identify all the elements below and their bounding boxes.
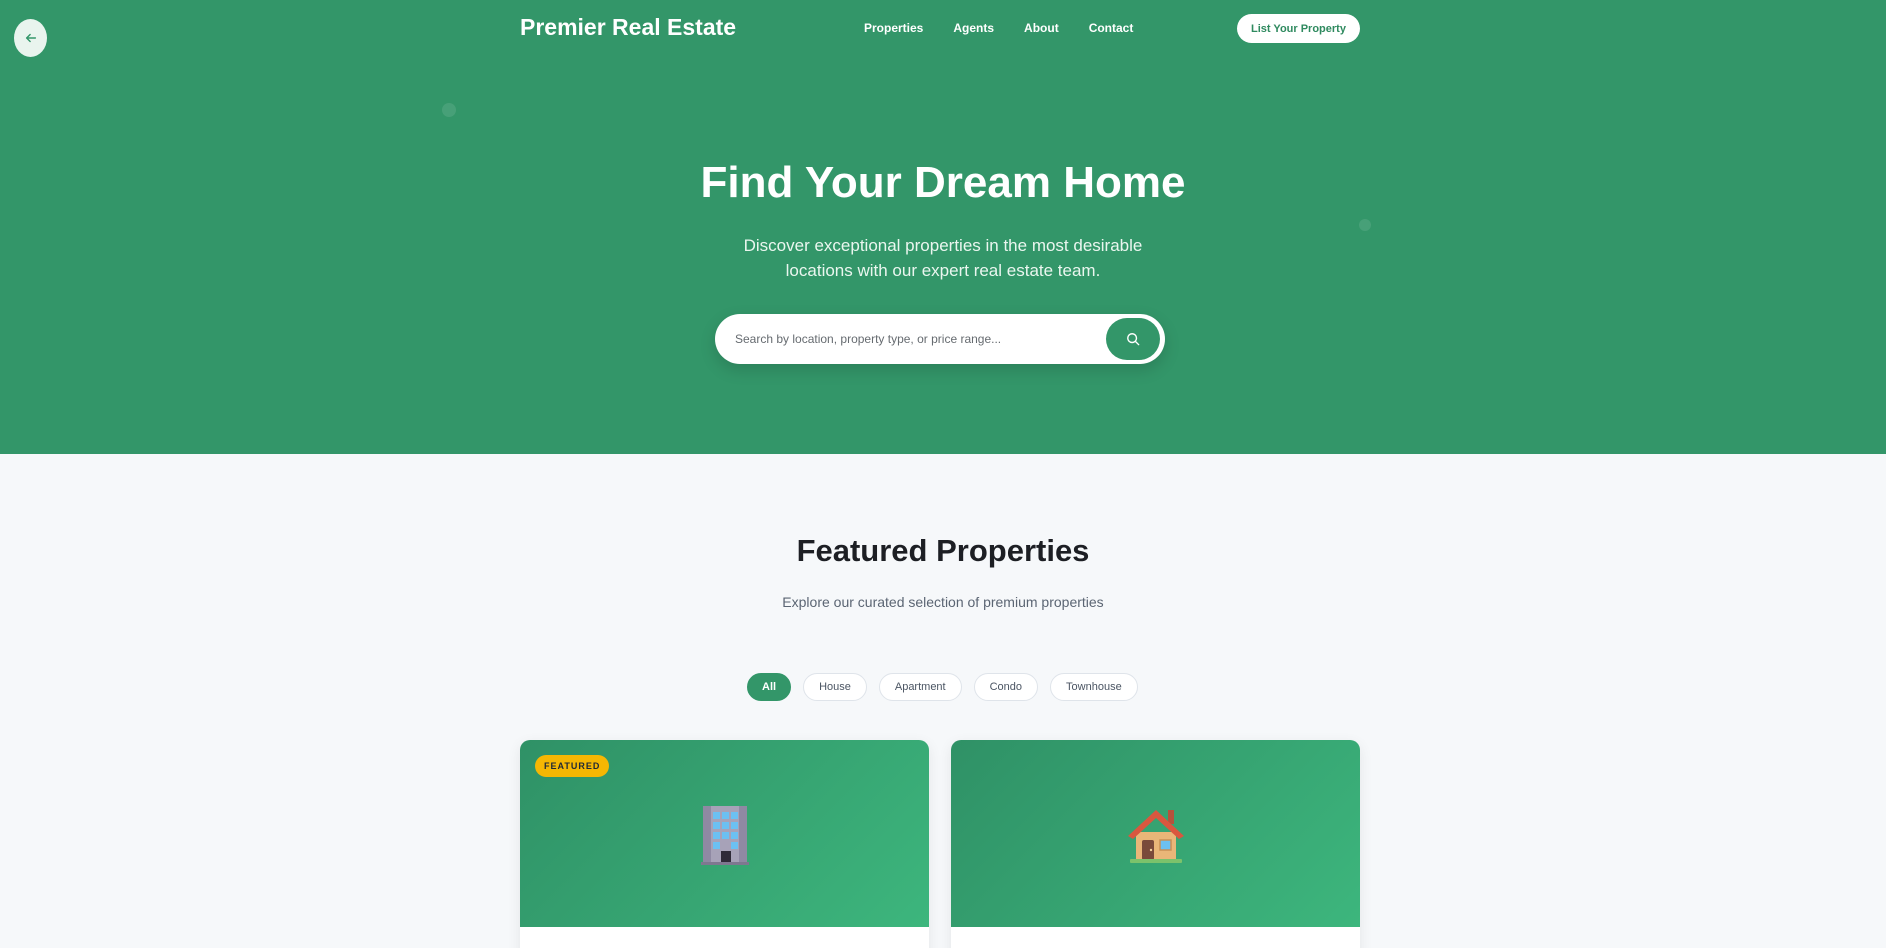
featured-section-title: Featured Properties (796, 533, 1090, 568)
filter-chip-all[interactable]: All (747, 673, 792, 701)
filter-chip-apartment[interactable]: Apartment (878, 673, 962, 701)
property-card-image (951, 740, 1360, 927)
nav-link-properties[interactable]: Properties (864, 21, 923, 35)
search-input[interactable] (735, 314, 1095, 364)
filter-chip-condo[interactable]: Condo (973, 673, 1039, 701)
property-card[interactable] (951, 740, 1360, 948)
property-type-filters: All House Apartment Condo Townhouse (747, 673, 1138, 701)
property-card[interactable]: FEATURED (520, 740, 929, 948)
main-nav: Properties Agents About Contact (864, 21, 1133, 35)
search-bar (715, 314, 1165, 364)
featured-section-subtitle: Explore our curated selection of premium… (782, 594, 1104, 610)
nav-link-contact[interactable]: Contact (1089, 21, 1134, 35)
office-building-icon (700, 805, 749, 865)
hero-title: Find Your Dream Home (700, 158, 1186, 207)
arrow-left-icon (25, 33, 36, 43)
house-icon (1127, 809, 1184, 863)
back-button[interactable] (14, 19, 47, 57)
filter-chip-house[interactable]: House (803, 673, 867, 701)
nav-link-agents[interactable]: Agents (953, 21, 994, 35)
search-button[interactable] (1106, 318, 1160, 360)
featured-badge: FEATURED (535, 755, 610, 777)
property-card-image: FEATURED (520, 740, 929, 927)
decorative-dot (1359, 219, 1371, 231)
decorative-dot (442, 103, 456, 117)
hero-subtitle: Discover exceptional properties in the m… (743, 236, 1143, 280)
brand-logo-text[interactable]: Premier Real Estate (520, 14, 736, 41)
nav-link-about[interactable]: About (1024, 21, 1059, 35)
hero-section: Premier Real Estate Properties Agents Ab… (0, 0, 1886, 454)
list-your-property-button[interactable]: List Your Property (1237, 14, 1360, 43)
filter-chip-townhouse[interactable]: Townhouse (1050, 673, 1138, 701)
search-icon (1127, 333, 1140, 346)
